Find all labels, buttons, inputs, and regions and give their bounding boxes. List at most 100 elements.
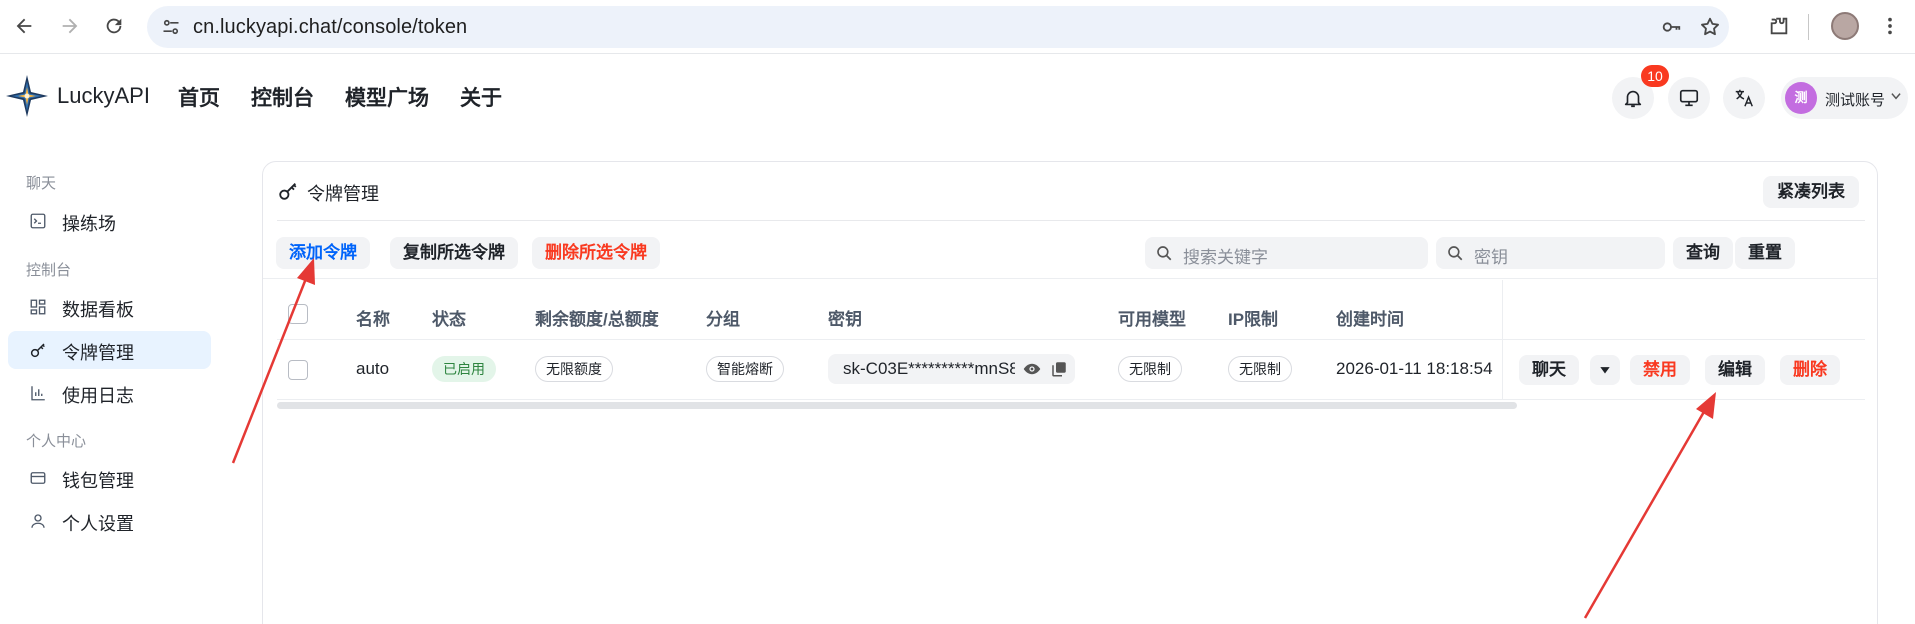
sidebar-item-label: 钱包管理: [62, 471, 134, 491]
sidebar-item-label: 个人设置: [62, 514, 134, 534]
top-navigation: 首页 控制台 模型广场 关于: [178, 82, 533, 112]
dashboard-icon: [28, 297, 48, 317]
chat-button[interactable]: 聊天: [1519, 355, 1579, 385]
sidebar-item-usage-log[interactable]: 使用日志: [8, 374, 211, 412]
search-icon: [1157, 246, 1172, 261]
url-text[interactable]: cn.luckyapi.chat/console/token: [193, 6, 467, 48]
bell-icon: [1624, 90, 1642, 108]
compact-list-button[interactable]: 紧凑列表: [1763, 176, 1859, 208]
sidebar-item-playground[interactable]: 操练场: [8, 202, 211, 240]
chevron-down-icon: [1891, 93, 1901, 100]
token-name: auto: [356, 359, 390, 378]
table-horizontal-scrollbar[interactable]: [277, 402, 1517, 409]
delete-selected-tokens-button[interactable]: 删除所选令牌: [532, 237, 660, 269]
key-search-input[interactable]: 密钥: [1436, 237, 1665, 269]
toolbar-divider: [263, 278, 1877, 279]
created-time: 2026-01-11 18:18:54: [1336, 359, 1493, 378]
column-header-quota: 剩余额度/总额度: [535, 310, 659, 329]
reload-icon[interactable]: [98, 10, 130, 42]
sidebar-item-dashboard[interactable]: 数据看板: [8, 288, 211, 326]
reset-button[interactable]: 重置: [1735, 237, 1795, 269]
row-select-checkbox[interactable]: [288, 360, 308, 380]
address-bar[interactable]: cn.luckyapi.chat/console/token: [147, 6, 1729, 48]
translate-icon: [1735, 89, 1753, 107]
luckyapi-logo-icon[interactable]: [6, 75, 48, 117]
sidebar: 聊天 操练场 控制台 数据看板 令牌管理 使用日志 个人中心 钱包管理 个人设置: [0, 139, 216, 624]
forward-icon[interactable]: [54, 10, 86, 42]
keyword-search-input[interactable]: 搜索关键字: [1145, 237, 1428, 269]
sidebar-item-label: 数据看板: [62, 300, 134, 320]
browser-profile-avatar[interactable]: [1831, 12, 1859, 40]
browser-menu-icon[interactable]: [1874, 10, 1906, 42]
column-header-name: 名称: [356, 310, 390, 329]
token-key-text: sk-C03E**********mnS8: [843, 359, 1015, 378]
key-icon: [28, 340, 48, 360]
terminal-icon: [28, 211, 48, 231]
sidebar-item-label: 使用日志: [62, 386, 134, 406]
copy-icon[interactable]: [1050, 360, 1068, 378]
caret-down-icon: [1600, 367, 1610, 374]
user-icon: [28, 511, 48, 531]
sidebar-item-token-management[interactable]: 令牌管理: [8, 331, 211, 369]
token-management-panel: 令牌管理 紧凑列表 添加令牌 复制所选令牌 删除所选令牌 搜索关键字 密钥 查询…: [262, 161, 1878, 624]
sidebar-section-personal-center: 个人中心: [26, 433, 87, 450]
monitor-icon: [1679, 89, 1699, 107]
bookmark-star-icon[interactable]: [1698, 15, 1722, 39]
sidebar-item-label: 操练场: [62, 214, 116, 234]
models-tag: 无限制: [1118, 356, 1182, 382]
nav-console[interactable]: 控制台: [251, 82, 314, 112]
sidebar-section-chat: 聊天: [26, 175, 57, 192]
fixed-column-separator: [1502, 280, 1503, 400]
column-header-created: 创建时间: [1336, 310, 1404, 329]
search-icon: [1448, 246, 1463, 261]
nav-about[interactable]: 关于: [460, 82, 502, 112]
keyword-search-placeholder: 搜索关键字: [1183, 248, 1268, 267]
sidebar-item-wallet[interactable]: 钱包管理: [8, 459, 211, 497]
display-button[interactable]: [1668, 77, 1710, 119]
toolbar-separator: [1808, 14, 1809, 40]
chat-dropdown-button[interactable]: [1590, 355, 1620, 385]
nav-model-plaza[interactable]: 模型广场: [345, 82, 429, 112]
query-button[interactable]: 查询: [1673, 237, 1733, 269]
wallet-icon: [28, 468, 48, 488]
site-info-icon[interactable]: [159, 15, 183, 39]
edit-button[interactable]: 编辑: [1705, 355, 1765, 385]
status-badge: 已启用: [432, 356, 496, 382]
copy-selected-tokens-button[interactable]: 复制所选令牌: [390, 237, 518, 269]
disable-button[interactable]: 禁用: [1630, 355, 1690, 385]
panel-title: 令牌管理: [307, 184, 379, 204]
column-header-group: 分组: [706, 310, 740, 329]
notification-count-badge: 10: [1641, 65, 1669, 87]
eye-icon[interactable]: [1022, 360, 1042, 378]
brand-name[interactable]: LuckyAPI: [57, 83, 150, 109]
key-icon: [279, 183, 297, 200]
add-token-button[interactable]: 添加令牌: [276, 237, 370, 269]
delete-button[interactable]: 删除: [1780, 355, 1840, 385]
user-avatar: 测: [1785, 82, 1817, 114]
select-all-checkbox[interactable]: [288, 304, 308, 324]
panel-divider: [277, 220, 1865, 221]
browser-toolbar: cn.luckyapi.chat/console/token: [0, 0, 1915, 54]
back-icon[interactable]: [8, 10, 40, 42]
quota-tag: 无限额度: [535, 356, 613, 382]
column-header-key: 密钥: [828, 310, 862, 329]
row-divider: [277, 399, 1865, 400]
language-button[interactable]: [1723, 77, 1765, 119]
column-header-status: 状态: [432, 310, 466, 329]
app-header: LuckyAPI 首页 控制台 模型广场 关于 10 测 测试账号: [0, 55, 1915, 139]
chart-icon: [28, 383, 48, 403]
extensions-icon[interactable]: [1763, 10, 1795, 42]
key-search-placeholder: 密钥: [1474, 248, 1508, 267]
sidebar-item-label: 令牌管理: [62, 343, 134, 363]
sidebar-item-personal-settings[interactable]: 个人设置: [8, 502, 211, 540]
user-menu[interactable]: 测 测试账号: [1781, 77, 1908, 119]
column-header-ip-limit: IP限制: [1228, 310, 1279, 329]
token-key-field: sk-C03E**********mnS8: [828, 354, 1075, 384]
user-name: 测试账号: [1825, 92, 1886, 109]
nav-home[interactable]: 首页: [178, 82, 220, 112]
password-key-icon[interactable]: [1659, 15, 1683, 39]
column-header-models: 可用模型: [1118, 310, 1186, 329]
ip-limit-tag: 无限制: [1228, 356, 1292, 382]
header-divider: [277, 339, 1865, 340]
group-tag: 智能熔断: [706, 356, 784, 382]
